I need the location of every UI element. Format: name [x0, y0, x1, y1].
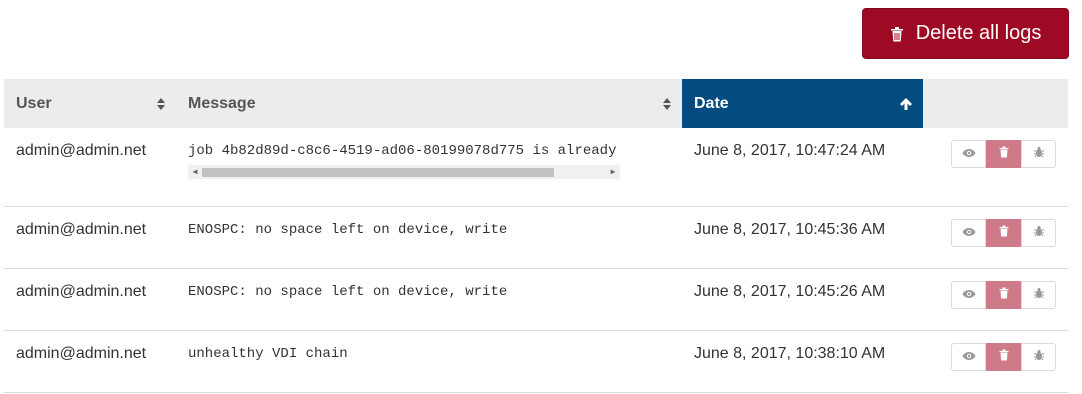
eye-icon: [962, 286, 976, 304]
eye-icon: [962, 224, 976, 242]
cell-user: admin@admin.net: [16, 220, 147, 238]
cell-actions: [923, 128, 1068, 206]
trash-icon: [999, 286, 1009, 304]
horizontal-scrollbar[interactable]: ◀ ▶: [188, 165, 620, 179]
cell-actions: [923, 268, 1068, 330]
view-button[interactable]: [951, 280, 986, 309]
scroll-right-icon[interactable]: ▶: [606, 165, 620, 179]
scroll-left-icon[interactable]: ◀: [188, 165, 202, 179]
bug-icon: [1033, 286, 1045, 304]
cell-date: June 8, 2017, 10:38:10 AM: [694, 344, 886, 362]
cell-actions: [923, 330, 1068, 392]
cell-message: job 4b82d89d-c8c6-4519-ad06-80199078d775…: [176, 128, 682, 206]
report-bug-button[interactable]: [1021, 280, 1056, 309]
bug-icon: [1033, 348, 1045, 366]
delete-log-button[interactable]: [986, 280, 1021, 309]
delete-all-label: Delete all logs: [915, 22, 1042, 44]
report-bug-button[interactable]: [1021, 342, 1056, 371]
cell-user: admin@admin.net: [16, 142, 147, 159]
cell-message: unhealthy VDI chain: [188, 345, 348, 362]
sort-icon: [156, 97, 166, 111]
column-header-date[interactable]: Date: [682, 79, 923, 128]
view-button[interactable]: [951, 218, 986, 247]
column-header-actions: [923, 79, 1068, 128]
table-row: admin@admin.net unhealthy VDI chain June…: [4, 330, 1068, 392]
delete-log-button[interactable]: [986, 218, 1021, 247]
trash-icon: [999, 348, 1009, 366]
delete-log-button[interactable]: [986, 342, 1021, 371]
table-row: admin@admin.net job 4b82d89d-c8c6-4519-a…: [4, 128, 1068, 206]
cell-user: admin@admin.net: [16, 344, 147, 362]
cell-user: admin@admin.net: [16, 282, 147, 300]
table-row: admin@admin.net ENOSPC: no space left on…: [4, 206, 1068, 268]
view-button[interactable]: [951, 140, 986, 168]
column-header-user[interactable]: User: [4, 79, 176, 128]
scrollbar-thumb[interactable]: [202, 168, 554, 177]
cell-message: ENOSPC: no space left on device, write: [188, 221, 508, 238]
table-header-row: User Message Date: [4, 79, 1068, 128]
message-text: job 4b82d89d-c8c6-4519-ad06-80199078d775…: [188, 143, 617, 159]
report-bug-button[interactable]: [1021, 218, 1056, 247]
cell-message: ENOSPC: no space left on device, write: [188, 283, 508, 300]
trash-icon: [999, 145, 1009, 163]
trash-icon: [890, 26, 904, 42]
table-row: admin@admin.net ENOSPC: no space left on…: [4, 268, 1068, 330]
delete-log-button[interactable]: [986, 140, 1021, 168]
cell-date: June 8, 2017, 10:45:36 AM: [694, 220, 886, 238]
cell-date: June 8, 2017, 10:45:26 AM: [694, 282, 886, 300]
sort-ascending-icon: [899, 97, 913, 111]
trash-icon: [999, 224, 1009, 242]
delete-all-logs-button[interactable]: Delete all logs: [862, 8, 1069, 59]
bug-icon: [1033, 145, 1045, 163]
view-button[interactable]: [951, 342, 986, 371]
cell-date: June 8, 2017, 10:47:24 AM: [694, 142, 886, 159]
column-header-message[interactable]: Message: [176, 79, 682, 128]
eye-icon: [962, 348, 976, 366]
sort-icon: [662, 97, 672, 111]
cell-actions: [923, 206, 1068, 268]
report-bug-button[interactable]: [1021, 140, 1056, 168]
bug-icon: [1033, 224, 1045, 242]
logs-table: User Message Date admin@admin.net job 4b…: [4, 79, 1068, 393]
eye-icon: [962, 145, 976, 163]
